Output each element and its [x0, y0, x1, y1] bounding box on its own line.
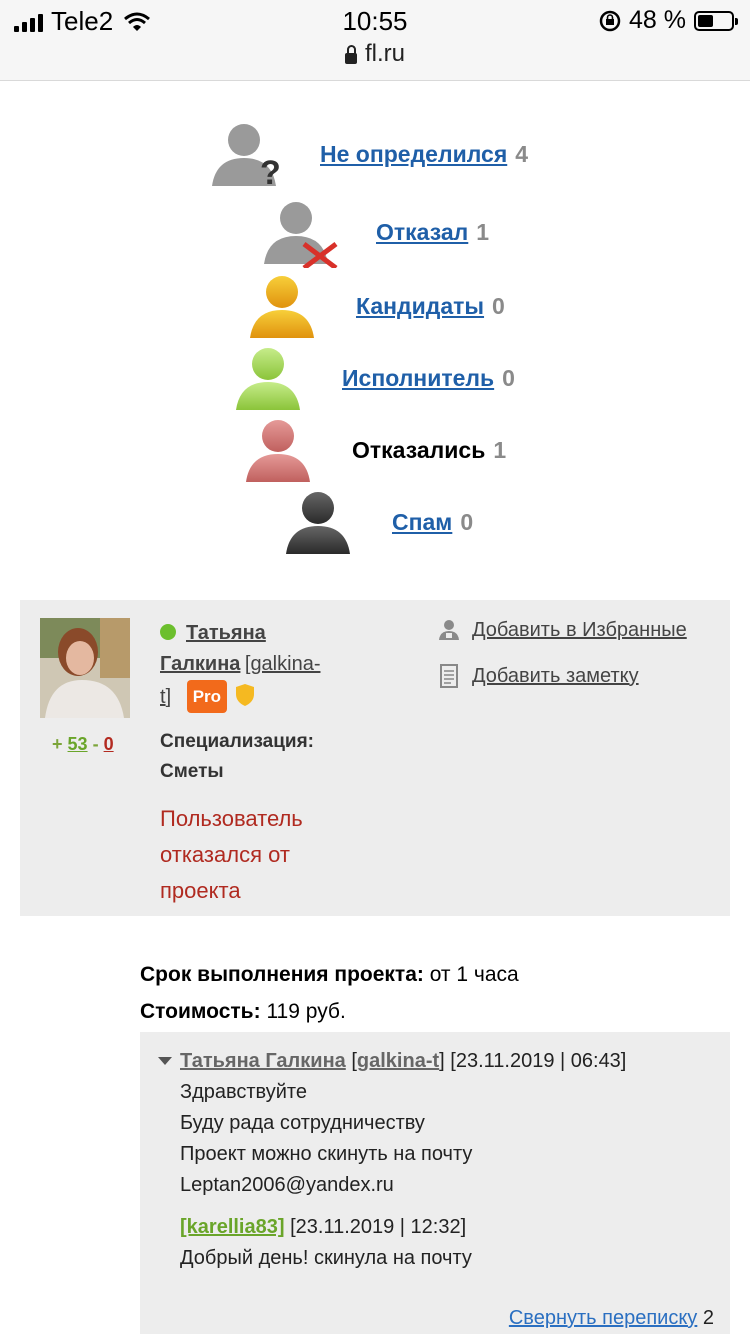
rating-positive[interactable]: 53	[68, 734, 88, 754]
note-icon	[440, 664, 458, 688]
status-rejected[interactable]: Отказал 1	[260, 196, 489, 268]
user-name-last[interactable]: Галкина	[160, 653, 240, 675]
favorite-user-icon	[439, 620, 459, 640]
deadline-value: от 1 часа	[429, 963, 519, 986]
status-count: 1	[493, 436, 507, 463]
add-note-label[interactable]: Добавить заметку	[472, 665, 639, 688]
rotation-lock-icon	[599, 10, 621, 31]
add-favorite-label[interactable]: Добавить в Избранные	[472, 619, 687, 642]
deadline-label: Срок выполнения проекта:	[140, 963, 424, 986]
message-login[interactable]: [karellia83]	[180, 1216, 285, 1238]
status-count: 4	[515, 140, 529, 167]
status-label: Отказались	[352, 436, 486, 463]
user-rating: + 53 - 0	[52, 734, 114, 755]
collapse-arrow-icon[interactable]	[158, 1057, 172, 1065]
message-line: Буду рада сотрудничеству	[180, 1112, 425, 1134]
conversation: Татьяна Галкина [galkina-t] [23.11.2019 …	[140, 1032, 730, 1334]
avatar	[40, 618, 130, 718]
message: [karellia83] [23.11.2019 | 12:32] Добрый…	[180, 1212, 472, 1274]
user-login-part1[interactable]: galkina-	[250, 653, 320, 675]
cost-row: Стоимость: 119 руб.	[140, 993, 519, 1030]
add-note-link[interactable]: Добавить заметку	[438, 664, 687, 688]
status-label[interactable]: Кандидаты	[356, 293, 484, 320]
message-author[interactable]: Татьяна Галкина	[180, 1050, 346, 1072]
message-line: Проект можно скинуть на почту	[180, 1143, 473, 1165]
battery-area: 48 %	[599, 6, 738, 35]
card-actions: Добавить в Избранные Добавить заметку	[438, 618, 687, 710]
svg-text:?: ?	[260, 154, 280, 190]
verified-shield-icon	[235, 684, 254, 706]
status-count: 1	[476, 218, 490, 245]
status-candidates[interactable]: Кандидаты 0	[246, 270, 505, 342]
specialization: Специализация: Сметы	[160, 727, 370, 787]
url-text: fl.ru	[364, 40, 405, 67]
rating-plus-sign: +	[52, 734, 63, 754]
rating-separator: -	[92, 734, 99, 754]
add-favorite-link[interactable]: Добавить в Избранные	[438, 618, 687, 642]
status-label[interactable]: Отказал	[376, 219, 468, 246]
user-spam-icon	[286, 492, 350, 554]
rating-negative[interactable]: 0	[104, 734, 114, 754]
status-undecided[interactable]: ? Не определился 4	[208, 118, 528, 190]
message-login[interactable]: galkina-t	[357, 1050, 439, 1072]
user-rejected-icon	[264, 202, 338, 268]
cost-value: 119 руб.	[266, 1000, 346, 1023]
login-bracket-close: ]	[165, 686, 172, 708]
user-name-first[interactable]: Татьяна	[186, 622, 266, 644]
specialization-value: Сметы	[160, 761, 224, 782]
status-executor[interactable]: Исполнитель 0	[232, 342, 515, 414]
status-count: 0	[502, 364, 515, 391]
message-timestamp: [23.11.2019 | 12:32]	[290, 1216, 467, 1238]
message-timestamp: [23.11.2019 | 06:43]	[450, 1050, 627, 1072]
user-photo[interactable]	[40, 618, 130, 718]
message-line: Leptan2006@yandex.ru	[180, 1174, 394, 1196]
message: Татьяна Галкина [galkina-t] [23.11.2019 …	[158, 1046, 627, 1201]
project-info: Срок выполнения проекта: от 1 часа Стоим…	[140, 956, 519, 1030]
status-count: 0	[460, 508, 474, 535]
message-line: Здравствуйте	[180, 1081, 307, 1103]
collapse-thread-link[interactable]: Свернуть переписку	[509, 1307, 697, 1329]
pro-badge[interactable]: Pro	[186, 680, 228, 713]
user-card: + 53 - 0 Татьяна Галкина [galkina- t] Pr…	[20, 600, 730, 916]
status-spam[interactable]: Спам 0	[282, 486, 473, 558]
user-question-icon: ?	[212, 124, 280, 190]
status-label[interactable]: Спам	[392, 509, 452, 536]
user-info: Татьяна Галкина [galkina- t] Pro Специал…	[160, 618, 370, 909]
collapse-thread: Свернуть переписку 2	[509, 1307, 714, 1330]
status-refused[interactable]: Отказались 1	[242, 414, 506, 486]
battery-percent: 48 %	[629, 6, 686, 34]
message-line: Добрый день! скинула на почту	[180, 1247, 472, 1269]
user-candidate-icon	[250, 276, 314, 338]
user-refused-icon	[246, 420, 310, 482]
refused-message: Пользователь отказался от проекта	[160, 806, 303, 903]
status-count: 0	[492, 292, 505, 319]
specialization-label: Специализация:	[160, 731, 314, 752]
battery-icon	[694, 10, 738, 31]
lock-icon	[344, 44, 357, 64]
status-label[interactable]: Исполнитель	[342, 365, 494, 392]
cost-label: Стоимость:	[140, 1000, 261, 1023]
user-executor-icon	[236, 348, 300, 410]
status-label[interactable]: Не определился	[320, 141, 507, 168]
browser-status-bar: Tele2 10:55 48 % fl.ru	[0, 0, 750, 81]
login-bracket-close: ]	[439, 1050, 445, 1072]
deadline-row: Срок выполнения проекта: от 1 часа	[140, 956, 519, 993]
collapse-thread-count: 2	[702, 1307, 714, 1329]
address-bar[interactable]: fl.ru	[0, 40, 750, 68]
online-status-icon	[160, 624, 176, 640]
